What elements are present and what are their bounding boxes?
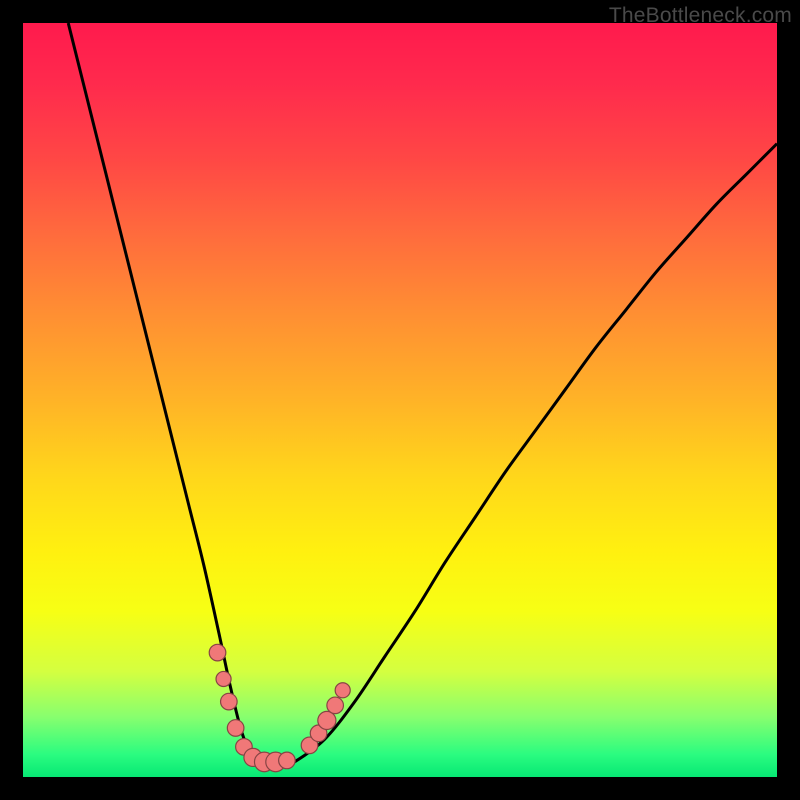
curve-marker	[209, 644, 226, 661]
chart-plot	[23, 23, 777, 777]
curve-marker	[221, 693, 238, 710]
curve-marker	[279, 752, 296, 769]
curve-marker	[327, 697, 344, 714]
curve-marker	[216, 671, 231, 686]
curve-marker	[335, 683, 350, 698]
curve-markers	[209, 644, 350, 771]
chart-frame	[23, 23, 777, 777]
curve-marker	[318, 711, 336, 729]
watermark-text: TheBottleneck.com	[609, 4, 792, 28]
curve-marker	[227, 720, 244, 737]
bottleneck-curve	[68, 23, 777, 767]
